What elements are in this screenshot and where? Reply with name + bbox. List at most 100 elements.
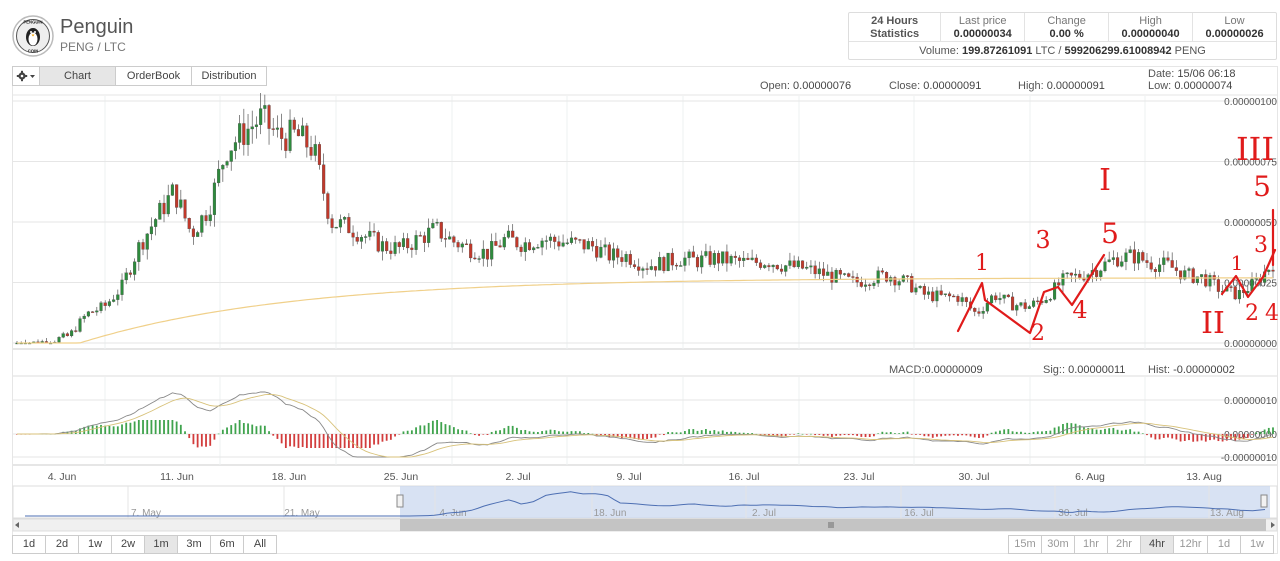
interval-button-4hr[interactable]: 4hr (1140, 535, 1174, 554)
candle (1153, 269, 1157, 272)
macd-bar (242, 423, 245, 434)
candle (679, 265, 683, 267)
candle (1162, 257, 1166, 265)
candle (296, 129, 300, 137)
interval-button-1hr[interactable]: 1hr (1074, 535, 1108, 554)
candle (834, 269, 838, 283)
interval-button-30m[interactable]: 30m (1041, 535, 1075, 554)
macd-bar (999, 430, 1001, 434)
range-button-1d[interactable]: 1d (12, 535, 46, 554)
candle (733, 255, 737, 258)
macd-bar (213, 434, 216, 440)
macd-bar (641, 434, 644, 440)
candle (1065, 272, 1069, 275)
candle (897, 281, 901, 286)
candle (389, 250, 393, 254)
macd-bar (994, 431, 997, 434)
candle (82, 315, 86, 319)
macd-bar (146, 420, 149, 434)
macd-bar (1183, 434, 1186, 441)
candle (712, 253, 716, 265)
candle (758, 262, 763, 268)
candle (557, 241, 561, 247)
candle (628, 254, 632, 265)
candle (1149, 262, 1153, 270)
candle (376, 232, 380, 252)
macd-bar (192, 434, 195, 445)
macd-bar (251, 424, 254, 434)
candle (473, 257, 477, 260)
macd-bar (1020, 431, 1022, 434)
candle (750, 257, 754, 260)
interval-button-2hr[interactable]: 2hr (1107, 535, 1141, 554)
candle (284, 138, 288, 151)
macd-bar (377, 434, 380, 445)
candle (1120, 261, 1124, 267)
navigator-tick-label: 16. Jul (904, 508, 933, 519)
candle (1027, 306, 1031, 309)
candle (796, 260, 800, 268)
candle (586, 241, 590, 250)
price-chart[interactable]: 0.000001000.000000750.000000500.00000025… (0, 0, 1280, 561)
range-button-1w[interactable]: 1w (78, 535, 112, 554)
macd-bar (381, 434, 384, 442)
macd-bar (583, 433, 585, 434)
macd-bar (289, 434, 291, 447)
macd-bar (957, 434, 959, 436)
macd-bar (990, 432, 993, 434)
interval-button-15m[interactable]: 15m (1008, 535, 1042, 554)
macd-bar (259, 425, 262, 434)
x-axis-label: 25. Jun (384, 471, 419, 483)
macd-bar (150, 420, 153, 434)
macd-bar (604, 434, 606, 436)
candle (1069, 272, 1073, 276)
macd-bar (1116, 429, 1119, 434)
candle (481, 248, 485, 259)
macd-bar (1003, 429, 1006, 434)
range-button-3m[interactable]: 3m (177, 535, 211, 554)
macd-bar (133, 421, 136, 434)
macd-bar (469, 433, 472, 434)
candle (872, 282, 876, 286)
macd-bar (478, 434, 480, 436)
candle (393, 242, 397, 254)
price-axis-label: 0.00000000 (1224, 339, 1277, 350)
macd-bar (129, 422, 132, 434)
range-button-2w[interactable]: 2w (111, 535, 145, 554)
annotation-label: 3 (1254, 233, 1268, 258)
range-button-1m[interactable]: 1m (144, 535, 178, 554)
candle (943, 293, 947, 295)
macd-bar (1129, 429, 1132, 434)
macd-bar (419, 425, 422, 434)
candle (254, 124, 258, 127)
candle (86, 311, 90, 317)
macd-bar (402, 431, 405, 434)
range-button-6m[interactable]: 6m (210, 535, 244, 554)
candle (490, 241, 494, 260)
candle (494, 241, 498, 246)
candle (61, 333, 65, 338)
price-axis-label: 0.00000050 (1224, 218, 1277, 229)
macd-bar (1204, 434, 1207, 442)
candle (464, 243, 469, 246)
macd-bar (541, 431, 543, 434)
macd-bar (322, 434, 325, 448)
candle (1124, 252, 1128, 262)
candle (880, 270, 884, 273)
interval-button-1d[interactable]: 1d (1207, 535, 1241, 554)
range-button-2d[interactable]: 2d (45, 535, 79, 554)
candle (158, 202, 162, 220)
candle (851, 276, 855, 278)
candle (691, 251, 695, 258)
interval-button-12hr[interactable]: 12hr (1173, 535, 1208, 554)
interval-button-1w[interactable]: 1w (1240, 535, 1274, 554)
macd-bar (188, 434, 191, 439)
range-button-all[interactable]: All (243, 535, 277, 554)
macd-bar (528, 431, 531, 434)
macd-bar (553, 430, 556, 434)
candle (385, 241, 389, 252)
candle (229, 150, 233, 162)
macd-bar (742, 432, 745, 434)
candle (632, 264, 637, 267)
macd-bar (822, 434, 825, 436)
